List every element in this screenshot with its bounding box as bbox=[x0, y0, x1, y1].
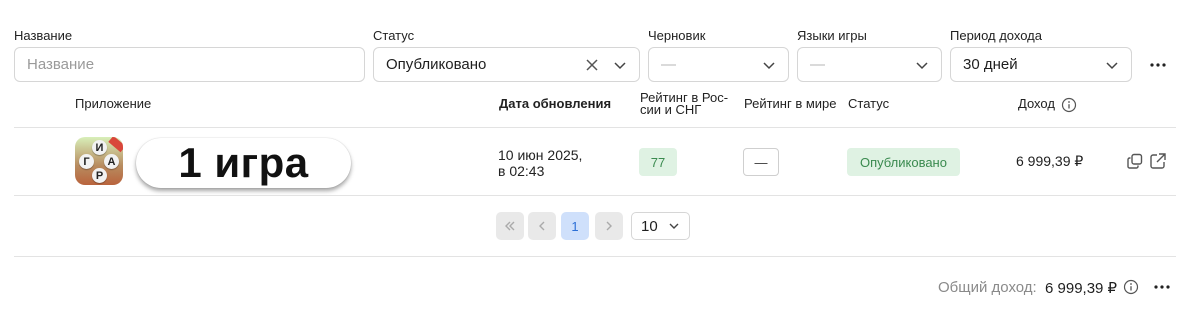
chevron-down-icon bbox=[614, 62, 626, 70]
column-header-rating-ru-line2: сии и СНГ bbox=[640, 102, 702, 117]
period-filter-select[interactable]: 30 дней bbox=[950, 47, 1132, 82]
updated-date-line1: 10 июн 2025, bbox=[498, 147, 583, 163]
footer-more-button[interactable] bbox=[1150, 275, 1174, 299]
column-header-rating-ru[interactable]: Рейтинг в Рос- сии и СНГ bbox=[640, 91, 728, 117]
name-filter-placeholder: Название bbox=[27, 56, 95, 73]
status-badge: Опубликовано bbox=[847, 148, 960, 176]
chevron-down-icon bbox=[669, 223, 679, 229]
external-link-icon[interactable] bbox=[1149, 152, 1167, 170]
pagination-divider bbox=[14, 256, 1176, 257]
prev-page-button[interactable] bbox=[528, 212, 556, 240]
draft-filter-value: — bbox=[661, 56, 676, 73]
name-filter-input[interactable]: Название bbox=[14, 47, 365, 82]
app-name[interactable]: 1 игра bbox=[136, 138, 351, 188]
column-header-status[interactable]: Статус bbox=[848, 97, 889, 110]
rating-ru-badge: 77 bbox=[639, 148, 677, 176]
app-icon-letter: Г bbox=[79, 154, 94, 169]
more-icon bbox=[1154, 285, 1170, 289]
name-filter-label: Название bbox=[14, 28, 73, 43]
info-icon[interactable] bbox=[1061, 97, 1077, 113]
languages-filter-select[interactable]: — bbox=[797, 47, 942, 82]
total-income-value: 6 999,39 ₽ bbox=[1045, 280, 1118, 297]
column-header-income[interactable]: Доход bbox=[1018, 97, 1055, 110]
table-header-divider bbox=[14, 127, 1176, 128]
copy-icon[interactable] bbox=[1126, 152, 1144, 170]
table-row-divider bbox=[14, 195, 1176, 196]
first-page-icon bbox=[505, 221, 515, 231]
period-filter-label: Период дохода bbox=[950, 28, 1042, 43]
status-filter-value: Опубликовано bbox=[386, 56, 487, 73]
chevron-down-icon bbox=[916, 62, 928, 70]
period-filter-value: 30 дней bbox=[963, 56, 1018, 73]
income-value: 6 999,39 ₽ bbox=[1016, 153, 1084, 169]
updated-date: 10 июн 2025, в 02:43 bbox=[498, 147, 582, 179]
column-header-app[interactable]: Приложение bbox=[75, 97, 151, 110]
page-size-value: 10 bbox=[641, 217, 658, 235]
rating-world-badge: — bbox=[743, 148, 779, 176]
app-icon-letter: А bbox=[104, 154, 119, 169]
first-page-button[interactable] bbox=[496, 212, 524, 240]
prev-page-icon bbox=[539, 221, 545, 231]
app-icon-letter: И bbox=[92, 140, 107, 155]
filters-more-button[interactable] bbox=[1146, 53, 1170, 77]
clear-icon[interactable] bbox=[585, 58, 599, 72]
next-page-icon bbox=[606, 221, 612, 231]
draft-filter-select[interactable]: — bbox=[648, 47, 789, 82]
app-icon-ribbon bbox=[108, 137, 123, 153]
updated-date-line2: в 02:43 bbox=[498, 163, 545, 179]
draft-filter-label: Черновик bbox=[648, 28, 706, 43]
total-income-label: Общий доход: bbox=[938, 279, 1037, 296]
column-header-updated[interactable]: Дата обновления bbox=[499, 97, 611, 110]
next-page-button[interactable] bbox=[595, 212, 623, 240]
column-header-rating-world[interactable]: Рейтинг в мире bbox=[744, 97, 837, 110]
status-filter-label: Статус bbox=[373, 28, 415, 43]
languages-filter-value: — bbox=[810, 56, 825, 73]
status-filter-select[interactable]: Опубликовано bbox=[373, 47, 640, 82]
page-button[interactable]: 1 bbox=[561, 212, 589, 240]
app-icon-letter: Р bbox=[92, 168, 107, 183]
chevron-down-icon bbox=[1106, 62, 1118, 70]
info-icon[interactable] bbox=[1123, 279, 1139, 295]
page-size-select[interactable]: 10 bbox=[631, 212, 690, 240]
languages-filter-label: Языки игры bbox=[797, 28, 867, 43]
more-icon bbox=[1150, 63, 1166, 67]
app-icon: И Г А Р bbox=[75, 137, 123, 185]
chevron-down-icon bbox=[763, 62, 775, 70]
